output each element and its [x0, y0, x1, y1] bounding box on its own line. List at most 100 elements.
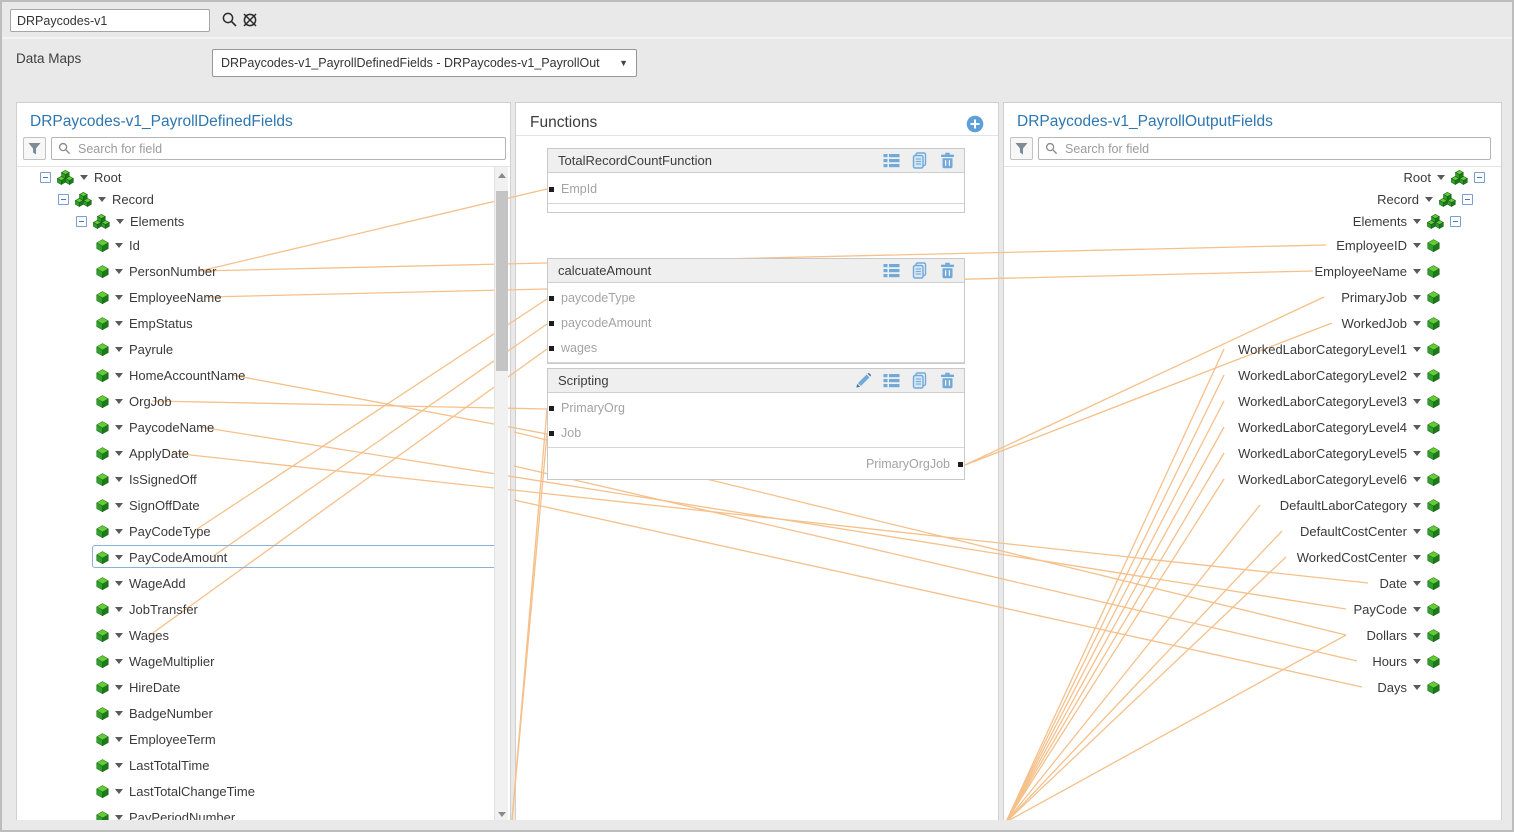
copy-icon[interactable]	[911, 262, 928, 279]
list-icon[interactable]	[883, 152, 900, 169]
output-field-workedcostcenter[interactable]: WorkedCostCenter	[1004, 546, 1502, 568]
clear-search-icon[interactable]	[241, 11, 259, 29]
output-field-days[interactable]: Days	[1004, 676, 1502, 698]
function-header[interactable]: calcuateAmount	[548, 259, 964, 283]
source-field-payrule[interactable]: Payrule	[16, 338, 510, 360]
output-field-paycode[interactable]: PayCode	[1004, 598, 1502, 620]
output-field-workedlaborcategorylevel4[interactable]: WorkedLaborCategoryLevel4	[1004, 416, 1502, 438]
output-field-employeeid[interactable]: EmployeeID	[1004, 234, 1502, 256]
output-field-workedlaborcategorylevel3[interactable]: WorkedLaborCategoryLevel3	[1004, 390, 1502, 412]
trash-icon[interactable]	[939, 152, 956, 169]
output-field-workedjob[interactable]: WorkedJob	[1004, 312, 1502, 334]
collapse-icon[interactable]	[1474, 172, 1485, 183]
source-field-search-input[interactable]	[76, 141, 499, 157]
function-input-primaryorg[interactable]: PrimaryOrg	[561, 401, 625, 415]
list-icon[interactable]	[883, 372, 900, 389]
output-field-date[interactable]: Date	[1004, 572, 1502, 594]
function-box-totalrecordcountfunction[interactable]: TotalRecordCountFunction EmpId	[547, 148, 965, 213]
source-field-signoffdate[interactable]: SignOffDate	[16, 494, 510, 516]
trash-icon	[939, 262, 956, 279]
output-group-root[interactable]: Root	[1004, 166, 1502, 188]
copy-icon[interactable]	[911, 152, 928, 169]
scrollbar[interactable]	[494, 167, 508, 822]
tree-node-label: OrgJob	[129, 394, 172, 409]
output-field-workedlaborcategorylevel2[interactable]: WorkedLaborCategoryLevel2	[1004, 364, 1502, 386]
scrollbar-thumb[interactable]	[496, 191, 508, 371]
source-field-badgenumber[interactable]: BadgeNumber	[16, 702, 510, 724]
function-box-calcuateamount[interactable]: calcuateAmount paycodeType paycodeAmount…	[547, 258, 965, 364]
tree-node-label: Record	[1377, 192, 1419, 207]
collapse-icon[interactable]	[1450, 216, 1461, 227]
cubes-icon	[1439, 192, 1456, 207]
search-icon[interactable]	[221, 11, 239, 29]
cube-icon	[96, 629, 109, 642]
trash-icon[interactable]	[939, 262, 956, 279]
function-output-primaryorgjob[interactable]: PrimaryOrgJob	[866, 457, 950, 471]
add-function-button[interactable]	[966, 115, 984, 133]
function-input-paycodeamount[interactable]: paycodeAmount	[561, 316, 651, 330]
cube-icon	[1427, 447, 1440, 460]
output-field-workedlaborcategorylevel1[interactable]: WorkedLaborCategoryLevel1	[1004, 338, 1502, 360]
output-field-search-input[interactable]	[1063, 141, 1484, 157]
source-field-lasttotaltime[interactable]: LastTotalTime	[16, 754, 510, 776]
function-input-job[interactable]: Job	[561, 426, 581, 440]
tree-node-label: BadgeNumber	[129, 706, 213, 721]
output-field-employeename[interactable]: EmployeeName	[1004, 260, 1502, 282]
pencil-icon[interactable]	[855, 372, 872, 389]
source-field-employeename[interactable]: EmployeeName	[16, 286, 510, 308]
source-field-homeaccountname[interactable]: HomeAccountName	[16, 364, 510, 386]
function-input-paycodetype[interactable]: paycodeType	[561, 291, 635, 305]
collapse-icon[interactable]	[58, 194, 69, 205]
output-field-dollars[interactable]: Dollars	[1004, 624, 1502, 646]
source-field-wagemultiplier[interactable]: WageMultiplier	[16, 650, 510, 672]
collapse-icon[interactable]	[1462, 194, 1473, 205]
output-field-hours[interactable]: Hours	[1004, 650, 1502, 672]
cube-icon	[1427, 343, 1440, 356]
tree-node-label: Elements	[130, 214, 184, 229]
source-field-hiredate[interactable]: HireDate	[16, 676, 510, 698]
output-field-workedlaborcategorylevel5[interactable]: WorkedLaborCategoryLevel5	[1004, 442, 1502, 464]
tree-node-label: PayCodeType	[129, 524, 211, 539]
function-input-empid[interactable]: EmpId	[561, 182, 597, 196]
collapse-icon[interactable]	[76, 216, 87, 227]
source-field-paycodename[interactable]: PaycodeName	[16, 416, 510, 438]
output-field-workedlaborcategorylevel6[interactable]: WorkedLaborCategoryLevel6	[1004, 468, 1502, 490]
output-group-elements[interactable]: Elements	[1004, 210, 1502, 232]
source-field-id[interactable]: Id	[16, 234, 510, 256]
source-field-paycodeamount[interactable]: PayCodeAmount	[16, 546, 510, 568]
source-field-lasttotalchangetime[interactable]: LastTotalChangeTime	[16, 780, 510, 802]
caret-down-icon	[115, 633, 123, 638]
function-header[interactable]: TotalRecordCountFunction	[548, 149, 964, 173]
list-icon[interactable]	[883, 262, 900, 279]
source-field-orgjob[interactable]: OrgJob	[16, 390, 510, 412]
function-box-scripting[interactable]: Scripting PrimaryOrg Job PrimaryOrgJob	[547, 368, 965, 480]
copy-icon[interactable]	[911, 372, 928, 389]
source-group-root[interactable]: Root	[16, 166, 510, 188]
source-field-paycodetype[interactable]: PayCodeType	[16, 520, 510, 542]
filter-button[interactable]	[1010, 137, 1033, 160]
data-maps-dropdown[interactable]: DRPaycodes-v1_PayrollDefinedFields - DRP…	[212, 49, 637, 77]
cube-icon	[1427, 551, 1440, 564]
output-group-record[interactable]: Record	[1004, 188, 1502, 210]
source-group-record[interactable]: Record	[16, 188, 510, 210]
filter-button[interactable]	[23, 137, 46, 160]
collapse-icon[interactable]	[40, 172, 51, 183]
source-field-personnumber[interactable]: PersonNumber	[16, 260, 510, 282]
scroll-up-arrow[interactable]	[495, 167, 509, 183]
source-field-wageadd[interactable]: WageAdd	[16, 572, 510, 594]
output-field-defaultcostcenter[interactable]: DefaultCostCenter	[1004, 520, 1502, 542]
source-field-employeeterm[interactable]: EmployeeTerm	[16, 728, 510, 750]
global-search-input[interactable]	[10, 9, 210, 32]
source-group-elements[interactable]: Elements	[16, 210, 510, 232]
source-field-jobtransfer[interactable]: JobTransfer	[16, 598, 510, 620]
output-field-defaultlaborcategory[interactable]: DefaultLaborCategory	[1004, 494, 1502, 516]
source-field-applydate[interactable]: ApplyDate	[16, 442, 510, 464]
function-header[interactable]: Scripting	[548, 369, 964, 393]
source-field-empstatus[interactable]: EmpStatus	[16, 312, 510, 334]
function-input-wages[interactable]: wages	[561, 341, 597, 355]
source-field-wages[interactable]: Wages	[16, 624, 510, 646]
source-field-issignedoff[interactable]: IsSignedOff	[16, 468, 510, 490]
trash-icon[interactable]	[939, 372, 956, 389]
output-field-primaryjob[interactable]: PrimaryJob	[1004, 286, 1502, 308]
caret-down-icon	[1413, 685, 1421, 690]
